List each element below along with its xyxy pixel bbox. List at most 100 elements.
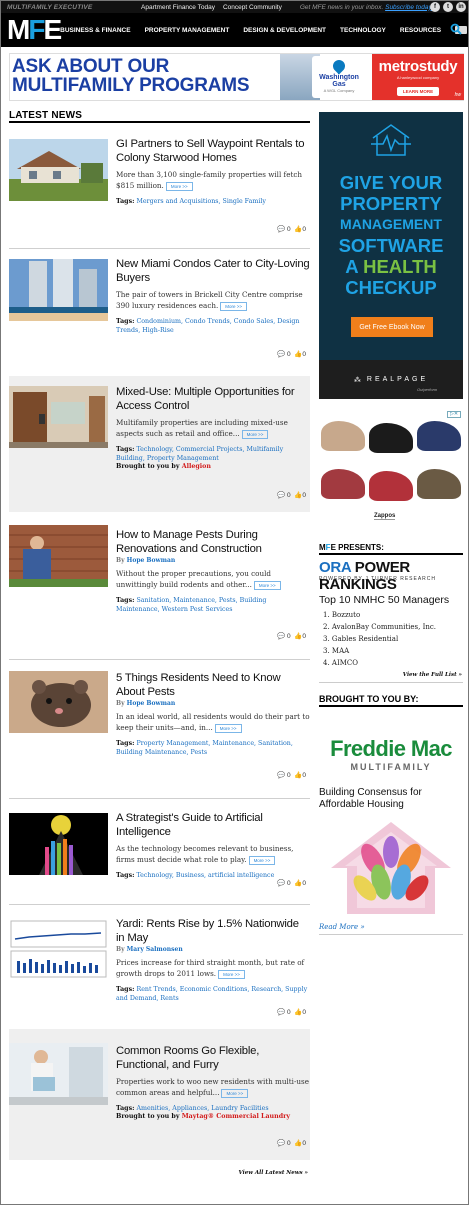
comment-icon[interactable]: 💬 bbox=[277, 351, 285, 358]
nav-resources[interactable]: RESOURCES bbox=[400, 27, 441, 34]
comment-icon[interactable]: 💬 bbox=[277, 772, 285, 779]
get-ebook-button[interactable]: Get Free Ebook Now bbox=[351, 317, 433, 337]
wg-name-2: Gas bbox=[332, 81, 346, 88]
view-all-latest-link[interactable]: View All Latest News » bbox=[238, 1170, 308, 1176]
article-title[interactable]: New Miami Condos Cater to City-Loving Bu… bbox=[116, 257, 310, 285]
author-link[interactable]: Mary Salmonsen bbox=[127, 946, 183, 953]
tag-links[interactable]: Mergers and Acquisitions, Single Family bbox=[136, 198, 265, 205]
more-button[interactable]: More >> bbox=[218, 969, 245, 979]
realpage-ad[interactable]: GIVE YOUR PROPERTY MANAGEMENT SOFTWARE A… bbox=[319, 112, 463, 399]
presents-m: M bbox=[319, 543, 326, 552]
ad-line-6: CHECKUP bbox=[345, 277, 437, 298]
linkedin-icon[interactable]: in bbox=[456, 2, 466, 12]
article-tags: Tags: Rent Trends, Economic Conditions, … bbox=[116, 985, 310, 1003]
comment-icon[interactable]: 💬 bbox=[277, 492, 285, 499]
article-title[interactable]: GI Partners to Sell Waypoint Rentals to … bbox=[116, 137, 310, 165]
zappos-brand[interactable]: Zappos bbox=[374, 513, 396, 520]
ad-choices-icon[interactable]: ▷✕ bbox=[447, 411, 461, 418]
more-button[interactable]: More >> bbox=[214, 723, 242, 733]
banner-ad[interactable]: ASK ABOUT OUR MULTIFAMILY PROGRAMS Washi… bbox=[9, 53, 464, 101]
article-title[interactable]: Yardi: Rents Rise by 1.5% Nationwide in … bbox=[116, 917, 310, 945]
metrostudy-ad[interactable]: metrostudy A hanleywood company LEARN MO… bbox=[372, 54, 464, 100]
article-title[interactable]: 5 Things Residents Need to Know About Pe… bbox=[116, 671, 310, 699]
author-link[interactable]: Hope Bowman bbox=[127, 700, 176, 707]
mfe-logo[interactable]: MFE bbox=[1, 16, 62, 44]
learn-more-button[interactable]: LEARN MORE bbox=[396, 87, 440, 96]
more-button[interactable]: More >> bbox=[165, 181, 193, 191]
tag-links[interactable]: Technology, Commercial Projects, Multifa… bbox=[116, 446, 283, 462]
sponsor-article-title[interactable]: Building Consensus for Affordable Housin… bbox=[319, 787, 463, 811]
heading-rule bbox=[9, 121, 310, 123]
article-title[interactable]: How to Manage Pests During Renovations a… bbox=[116, 528, 310, 556]
facebook-icon[interactable]: f bbox=[430, 2, 440, 12]
article-stats: 💬 0 👍0 bbox=[277, 350, 306, 358]
twitter-icon[interactable]: t bbox=[443, 2, 453, 12]
shoe-image[interactable] bbox=[369, 471, 413, 501]
sponsor-name[interactable]: Maytag® Commercial Laundry bbox=[182, 1113, 290, 1120]
article-title[interactable]: Mixed-Use: Multiple Opportunities for Ac… bbox=[116, 385, 310, 413]
tag-links[interactable]: Technology, Business, artificial intelli… bbox=[136, 872, 274, 879]
site-brand[interactable]: MULTIFAMILY EXECUTIVE bbox=[1, 4, 141, 11]
realpage-logo: ⁂ REALPAGE Outperform bbox=[319, 360, 463, 399]
article-thumbnail[interactable] bbox=[9, 525, 108, 587]
search-icon[interactable] bbox=[450, 23, 462, 35]
tags-label: Tags: bbox=[116, 740, 135, 747]
more-button[interactable]: More >> bbox=[253, 580, 281, 590]
shoe-image[interactable] bbox=[417, 469, 461, 499]
tags-label: Tags: bbox=[116, 597, 135, 604]
sponsor-name[interactable]: Allegion bbox=[182, 463, 211, 470]
article-item: New Miami Condos Cater to City-Loving Bu… bbox=[9, 249, 310, 376]
article-thumbnail[interactable] bbox=[9, 671, 108, 733]
tag-links[interactable]: Rent Trends, Economic Conditions, Resear… bbox=[116, 986, 307, 1002]
read-more-link[interactable]: Read More » bbox=[319, 923, 365, 931]
zappos-ad[interactable]: ▷✕ Zappos bbox=[319, 409, 463, 524]
more-button[interactable]: More >> bbox=[221, 1088, 249, 1098]
comment-icon[interactable]: 💬 bbox=[277, 633, 285, 640]
tags-label: Tags: bbox=[116, 1105, 135, 1112]
shoe-image[interactable] bbox=[321, 421, 365, 451]
article-summary: The pair of towers in Brickell City Cent… bbox=[116, 289, 310, 311]
sponsor-prefix: Brought to you by bbox=[116, 463, 180, 470]
article-title[interactable]: A Strategist's Guide to Artificial Intel… bbox=[116, 811, 310, 839]
comment-icon[interactable]: 💬 bbox=[277, 1140, 285, 1147]
shoe-image[interactable] bbox=[417, 421, 461, 451]
shoe-image[interactable] bbox=[321, 469, 365, 499]
more-button[interactable]: More >> bbox=[248, 855, 276, 865]
metrostudy-brand: metrostudy bbox=[378, 58, 458, 75]
nav-technology[interactable]: TECHNOLOGY bbox=[340, 27, 386, 34]
article-thumbnail[interactable] bbox=[9, 386, 108, 448]
hands-house-image[interactable] bbox=[323, 818, 459, 918]
tag-links[interactable]: Sanitation, Maintenance, Pests, Building… bbox=[116, 597, 266, 613]
article-summary: Prices increase for third straight month… bbox=[116, 957, 310, 979]
article-thumbnail[interactable] bbox=[9, 139, 108, 201]
author-link[interactable]: Hope Bowman bbox=[127, 557, 176, 564]
more-button[interactable]: More >> bbox=[241, 429, 269, 439]
link-concept-community[interactable]: Concept Community bbox=[223, 4, 282, 11]
freddie-mac-logo[interactable]: Freddie Mac MULTIFAMILY bbox=[319, 736, 463, 772]
comment-icon[interactable]: 💬 bbox=[277, 1009, 285, 1016]
link-apartment-finance-today[interactable]: Apartment Finance Today bbox=[141, 4, 215, 11]
more-button[interactable]: More >> bbox=[220, 301, 248, 311]
article-item: Yardi: Rents Rise by 1.5% Nationwide in … bbox=[9, 905, 310, 1029]
subscribe-link[interactable]: Subscribe today! bbox=[385, 4, 433, 11]
nav-design-development[interactable]: DESIGN & DEVELOPMENT bbox=[243, 27, 326, 34]
article-thumbnail[interactable] bbox=[9, 1043, 108, 1105]
like-count: 0 bbox=[302, 351, 306, 358]
ranking-item: 3. MAA bbox=[323, 647, 350, 655]
shoe-image[interactable] bbox=[369, 423, 413, 453]
article-thumbnail[interactable] bbox=[9, 813, 108, 875]
article-title[interactable]: Common Rooms Go Flexible, Functional, an… bbox=[116, 1044, 310, 1072]
tag-links[interactable]: Property Management, Maintenance, Sanita… bbox=[116, 740, 293, 756]
byline-prefix: By bbox=[116, 946, 125, 953]
article-thumbnail[interactable] bbox=[9, 259, 108, 321]
nav-business-finance[interactable]: BUSINESS & FINANCE bbox=[60, 27, 130, 34]
nav-property-management[interactable]: PROPERTY MANAGEMENT bbox=[145, 27, 230, 34]
tag-links[interactable]: Amenities, Appliances, Laundry Facilitie… bbox=[136, 1105, 268, 1112]
rankings-title[interactable]: Top 10 NMHC 50 Managers bbox=[319, 594, 449, 606]
view-full-list-link[interactable]: View the Full List » bbox=[403, 672, 462, 678]
tag-links[interactable]: Condominium, Condo Trends, Condo Sales, … bbox=[116, 318, 299, 334]
ranking-item: 3. Gables Residential bbox=[323, 635, 399, 643]
article-thumbnail[interactable] bbox=[9, 917, 108, 979]
comment-icon[interactable]: 💬 bbox=[277, 226, 285, 233]
comment-icon[interactable]: 💬 bbox=[277, 880, 285, 887]
